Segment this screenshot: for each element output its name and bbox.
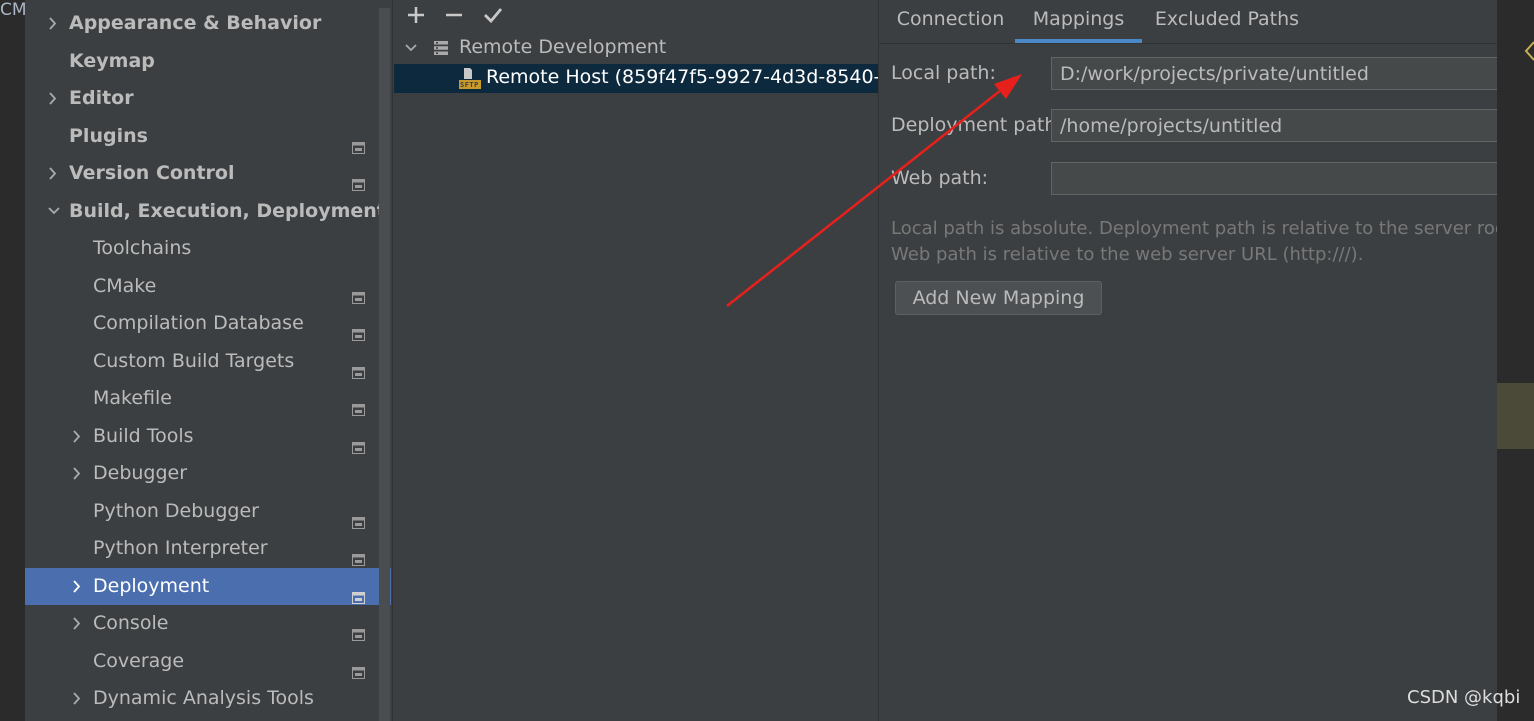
settings-tree-item-label: Plugins xyxy=(69,124,148,147)
settings-tree-item-label: Editor xyxy=(69,87,134,109)
editor-gutter-strip xyxy=(0,0,25,721)
settings-tree-item[interactable]: Console xyxy=(25,605,391,642)
server-group-label: Remote Development xyxy=(459,36,667,58)
editor-right-strip xyxy=(1497,0,1534,721)
settings-tree-item[interactable]: Python Interpreter xyxy=(25,530,391,567)
settings-tree-item-label: Debugger xyxy=(93,462,188,484)
plus-icon xyxy=(408,7,424,23)
settings-tree-item-label: Deployment xyxy=(93,574,210,597)
remote-host-label: Remote Host (859f47f5-9927-4d3d-8540-fb4 xyxy=(486,66,878,88)
settings-tree-item-label: Toolchains xyxy=(93,237,192,259)
settings-tree-item[interactable]: Deployment xyxy=(25,567,391,605)
sftp-badge: SFTP xyxy=(460,81,479,89)
server-group-icon xyxy=(434,41,448,55)
project-level-icon xyxy=(352,280,365,304)
add-new-mapping-button[interactable]: Add New Mapping xyxy=(895,281,1102,315)
chevron-right-icon[interactable] xyxy=(47,80,59,117)
chevron-right-icon[interactable] xyxy=(71,418,83,455)
settings-tree-scrollbar[interactable] xyxy=(379,8,390,721)
settings-tree-item[interactable]: Python Debugger xyxy=(25,493,391,530)
servers-panel xyxy=(392,0,879,721)
settings-tree-item-label: Coverage xyxy=(93,649,185,672)
local-path-label: Local path: xyxy=(891,62,996,84)
project-level-icon xyxy=(352,355,365,379)
settings-tree-item[interactable]: CMake xyxy=(25,268,391,305)
settings-tree-item[interactable]: Dynamic Analysis Tools xyxy=(25,680,391,717)
tab-connection[interactable]: Connection xyxy=(887,0,1014,43)
settings-tree-item-label: Build Tools xyxy=(93,424,194,447)
project-level-icon xyxy=(352,542,365,566)
project-level-icon xyxy=(352,167,365,191)
server-group-row[interactable]: Remote Development xyxy=(392,34,878,62)
watermark: CSDN @kqbi xyxy=(1407,687,1521,708)
chevron-down-icon[interactable] xyxy=(47,193,60,230)
settings-tree-item[interactable]: Keymap xyxy=(25,43,391,80)
deployment-path-label: Deployment path: xyxy=(891,114,1063,136)
web-path-field[interactable] xyxy=(1051,162,1511,195)
settings-tree-item-label: Compilation Database xyxy=(93,312,304,334)
project-level-icon xyxy=(352,655,365,679)
chevron-right-icon[interactable] xyxy=(47,5,59,42)
settings-tree-item[interactable]: Toolchains xyxy=(25,230,391,267)
project-level-icon xyxy=(352,505,365,529)
settings-tree-item-label: Custom Build Targets xyxy=(93,349,295,372)
check-icon xyxy=(484,8,503,24)
tab-excluded-paths[interactable]: Excluded Paths xyxy=(1150,0,1304,43)
settings-tree-item[interactable]: Build, Execution, Deployment xyxy=(25,193,391,230)
settings-tree-item[interactable]: Plugins xyxy=(25,118,391,155)
chevron-right-icon[interactable] xyxy=(71,568,83,605)
chevron-right-icon[interactable] xyxy=(71,455,83,492)
project-level-icon xyxy=(352,130,365,154)
settings-tree-item-label: Python Debugger xyxy=(93,499,259,522)
settings-tree-item[interactable]: Debugger xyxy=(25,455,391,492)
settings-tree-item-label: Build, Execution, Deployment xyxy=(69,199,386,222)
settings-tree-item[interactable]: Makefile xyxy=(25,380,391,417)
add-server-button[interactable] xyxy=(405,4,427,26)
editor-scroll-marker[interactable] xyxy=(1497,383,1534,449)
path-hint-line-2: Web path is relative to the web server U… xyxy=(891,244,1364,265)
settings-tree-item[interactable]: Compilation Database xyxy=(25,305,391,342)
settings-tree-item-label: Dynamic Analysis Tools xyxy=(93,687,314,709)
remove-server-button[interactable] xyxy=(443,4,465,26)
settings-tree-item[interactable]: Custom Build Targets xyxy=(25,343,391,380)
settings-tree-item-label: CMake xyxy=(93,274,157,297)
settings-tree[interactable]: Appearance & Behavior Keymap Editor Plugins… xyxy=(25,0,391,721)
chevron-down-icon xyxy=(405,44,417,52)
arrow-up-indicator xyxy=(1524,41,1534,61)
settings-tree-item-label: Appearance & Behavior xyxy=(69,12,322,34)
web-path-label: Web path: xyxy=(891,167,989,189)
path-hint-line-1: Local path is absolute. Deployment path … xyxy=(891,218,1534,239)
settings-tree-item[interactable]: Version Control xyxy=(25,155,391,192)
minus-icon xyxy=(446,13,462,17)
tab-mappings[interactable]: Mappings xyxy=(1015,0,1142,43)
settings-tree-item[interactable]: Build Tools xyxy=(25,418,391,455)
deployment-path-field[interactable] xyxy=(1051,109,1511,142)
settings-tree-item-label: Version Control xyxy=(69,162,235,184)
project-level-icon xyxy=(352,317,365,341)
settings-tree-item-label: Keymap xyxy=(69,49,155,72)
project-level-icon xyxy=(352,392,365,416)
chevron-right-icon[interactable] xyxy=(47,155,59,192)
settings-tree-item[interactable]: Coverage xyxy=(25,643,391,680)
settings-tree-item-label: Makefile xyxy=(93,387,172,409)
set-default-button[interactable] xyxy=(482,4,504,26)
settings-tree-item[interactable]: Appearance & Behavior xyxy=(25,5,391,42)
settings-tree-item[interactable]: Editor xyxy=(25,80,391,117)
chevron-right-icon[interactable] xyxy=(71,605,83,642)
project-level-icon xyxy=(352,430,365,454)
project-level-icon xyxy=(352,580,365,604)
remote-host-row[interactable]: SFTP Remote Host (859f47f5-9927-4d3d-854… xyxy=(394,64,878,93)
settings-tree-item-label: Console xyxy=(93,612,169,634)
local-path-field[interactable] xyxy=(1051,57,1511,90)
settings-tree-item-label: Python Interpreter xyxy=(93,537,268,559)
project-level-icon xyxy=(352,617,365,641)
window-title-fragment: CM xyxy=(0,0,25,20)
chevron-right-icon[interactable] xyxy=(71,680,83,717)
server-tabs: Connection Mappings Excluded Paths xyxy=(878,0,1497,44)
